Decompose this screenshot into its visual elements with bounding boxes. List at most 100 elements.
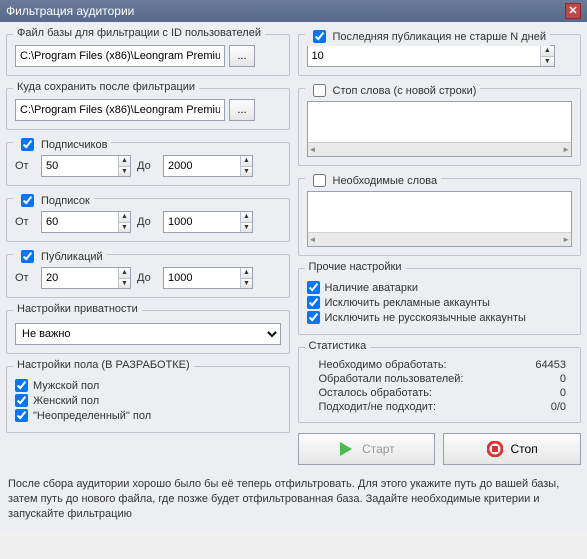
stop-label: Стоп (511, 442, 538, 456)
spin-up-icon[interactable]: ▲ (119, 212, 130, 223)
posts-from-input[interactable] (42, 268, 118, 288)
close-button[interactable]: ✕ (565, 3, 581, 19)
followers-from-input[interactable] (42, 156, 118, 176)
file-path-input[interactable] (15, 45, 225, 67)
exclude-ads-checkbox[interactable] (307, 296, 320, 309)
from-label: От (15, 272, 35, 284)
spin-up-icon[interactable]: ▲ (241, 212, 252, 223)
stat-row: Необходимо обработать: 64453 (309, 358, 571, 372)
to-label: До (137, 272, 157, 284)
save-browse-button[interactable]: ... (229, 99, 255, 121)
stopwords-label: Стоп слова (с новой строки) (333, 85, 477, 97)
from-label: От (15, 216, 35, 228)
followers-checkbox[interactable] (21, 138, 34, 151)
spin-down-icon[interactable]: ▼ (241, 279, 252, 289)
spin-up-icon[interactable]: ▲ (119, 156, 130, 167)
followers-group: Подписчиков От ▲▼ До ▲▼ (6, 142, 290, 186)
spin-up-icon[interactable]: ▲ (541, 46, 553, 57)
close-icon: ✕ (568, 6, 577, 17)
posts-from-spin[interactable]: ▲▼ (41, 267, 131, 289)
stat-done-value: 0 (560, 373, 566, 385)
spin-up-icon[interactable]: ▲ (241, 156, 252, 167)
stat-need-label: Необходимо обработать: (319, 359, 447, 371)
avatar-label: Наличие аватарки (325, 282, 419, 294)
stat-left-label: Осталось обработать: (319, 387, 432, 399)
followers-from-spin[interactable]: ▲▼ (41, 155, 131, 177)
posts-checkbox[interactable] (21, 250, 34, 263)
save-path-input[interactable] (15, 99, 225, 121)
footer-text: После сбора аудитории хорошо было бы её … (0, 471, 587, 532)
spin-down-icon[interactable]: ▼ (119, 223, 130, 233)
spin-up-icon[interactable]: ▲ (241, 268, 252, 279)
gender-female-label: Женский пол (33, 395, 99, 407)
lastpub-group: Последняя публикация не старше N дней ▲▼ (298, 34, 582, 76)
file-browse-button[interactable]: ... (229, 45, 255, 67)
file-group: Файл базы для фильтрации с ID пользовате… (6, 34, 290, 76)
posts-to-spin[interactable]: ▲▼ (163, 267, 253, 289)
hscrollbar[interactable]: ◄► (308, 232, 572, 246)
exclude-ads-label: Исключить рекламные аккаунты (325, 297, 490, 309)
posts-group: Публикаций От ▲▼ До ▲▼ (6, 254, 290, 298)
followers-label: Подписчиков (41, 139, 107, 151)
privacy-select[interactable]: Не важно (15, 323, 281, 345)
lastpub-spin[interactable]: ▲▼ (307, 45, 555, 67)
gender-undef-checkbox[interactable] (15, 409, 28, 422)
stopwords-checkbox[interactable] (313, 84, 326, 97)
privacy-group-title: Настройки приватности (13, 303, 142, 315)
stat-fit-label: Подходит/не подходит: (319, 401, 437, 413)
exclude-nonru-label: Исключить не русскоязычные аккаунты (325, 312, 526, 324)
following-to-spin[interactable]: ▲▼ (163, 211, 253, 233)
spin-down-icon[interactable]: ▼ (241, 167, 252, 177)
following-group: Подписок От ▲▼ До ▲▼ (6, 198, 290, 242)
following-to-input[interactable] (164, 212, 240, 232)
spin-up-icon[interactable]: ▲ (119, 268, 130, 279)
other-group-title: Прочие настройки (305, 261, 406, 273)
to-label: До (137, 160, 157, 172)
gender-male-checkbox[interactable] (15, 379, 28, 392)
file-group-title: Файл базы для фильтрации с ID пользовате… (13, 27, 265, 39)
spin-down-icon[interactable]: ▼ (119, 279, 130, 289)
reqwords-textarea[interactable] (308, 192, 572, 232)
stat-done-label: Обработали пользователей: (319, 373, 464, 385)
gender-female-checkbox[interactable] (15, 394, 28, 407)
followers-to-input[interactable] (164, 156, 240, 176)
stopwords-textarea[interactable] (308, 102, 572, 142)
following-label: Подписок (41, 195, 90, 207)
lastpub-checkbox[interactable] (313, 30, 326, 43)
stats-group: Статистика Необходимо обработать: 64453 … (298, 347, 582, 423)
spin-down-icon[interactable]: ▼ (119, 167, 130, 177)
gender-undef-label: "Неопределенный" пол (33, 410, 151, 422)
start-button[interactable]: Старт (298, 433, 436, 465)
lastpub-input[interactable] (308, 46, 541, 66)
stopwords-group: Стоп слова (с новой строки) ◄► (298, 88, 582, 166)
following-from-input[interactable] (42, 212, 118, 232)
gender-male-label: Мужской пол (33, 380, 99, 392)
avatar-checkbox[interactable] (307, 281, 320, 294)
stop-button[interactable]: Стоп (443, 433, 581, 465)
stat-row: Подходит/не подходит: 0/0 (309, 400, 571, 414)
privacy-group: Настройки приватности Не важно (6, 310, 290, 354)
reqwords-checkbox[interactable] (313, 174, 326, 187)
hscrollbar[interactable]: ◄► (308, 142, 572, 156)
lastpub-label: Последняя публикация не старше N дней (333, 31, 547, 43)
stat-fit-value: 0/0 (551, 401, 566, 413)
from-label: От (15, 160, 35, 172)
following-from-spin[interactable]: ▲▼ (41, 211, 131, 233)
play-icon (338, 441, 354, 457)
followers-to-spin[interactable]: ▲▼ (163, 155, 253, 177)
stat-left-value: 0 (560, 387, 566, 399)
gender-group-title: Настройки пола (В РАЗРАБОТКЕ) (13, 359, 194, 371)
stat-row: Обработали пользователей: 0 (309, 372, 571, 386)
exclude-nonru-checkbox[interactable] (307, 311, 320, 324)
stat-row: Осталось обработать: 0 (309, 386, 571, 400)
save-group-title: Куда сохранить после фильтрации (13, 81, 199, 93)
gender-group: Настройки пола (В РАЗРАБОТКЕ) Мужской по… (6, 366, 290, 433)
right-column: Последняя публикация не старше N дней ▲▼… (298, 28, 582, 465)
posts-to-input[interactable] (164, 268, 240, 288)
to-label: До (137, 216, 157, 228)
start-label: Старт (362, 442, 395, 456)
spin-down-icon[interactable]: ▼ (541, 57, 553, 67)
spin-down-icon[interactable]: ▼ (241, 223, 252, 233)
titlebar: Фильтрация аудитории ✕ (0, 0, 587, 22)
following-checkbox[interactable] (21, 194, 34, 207)
